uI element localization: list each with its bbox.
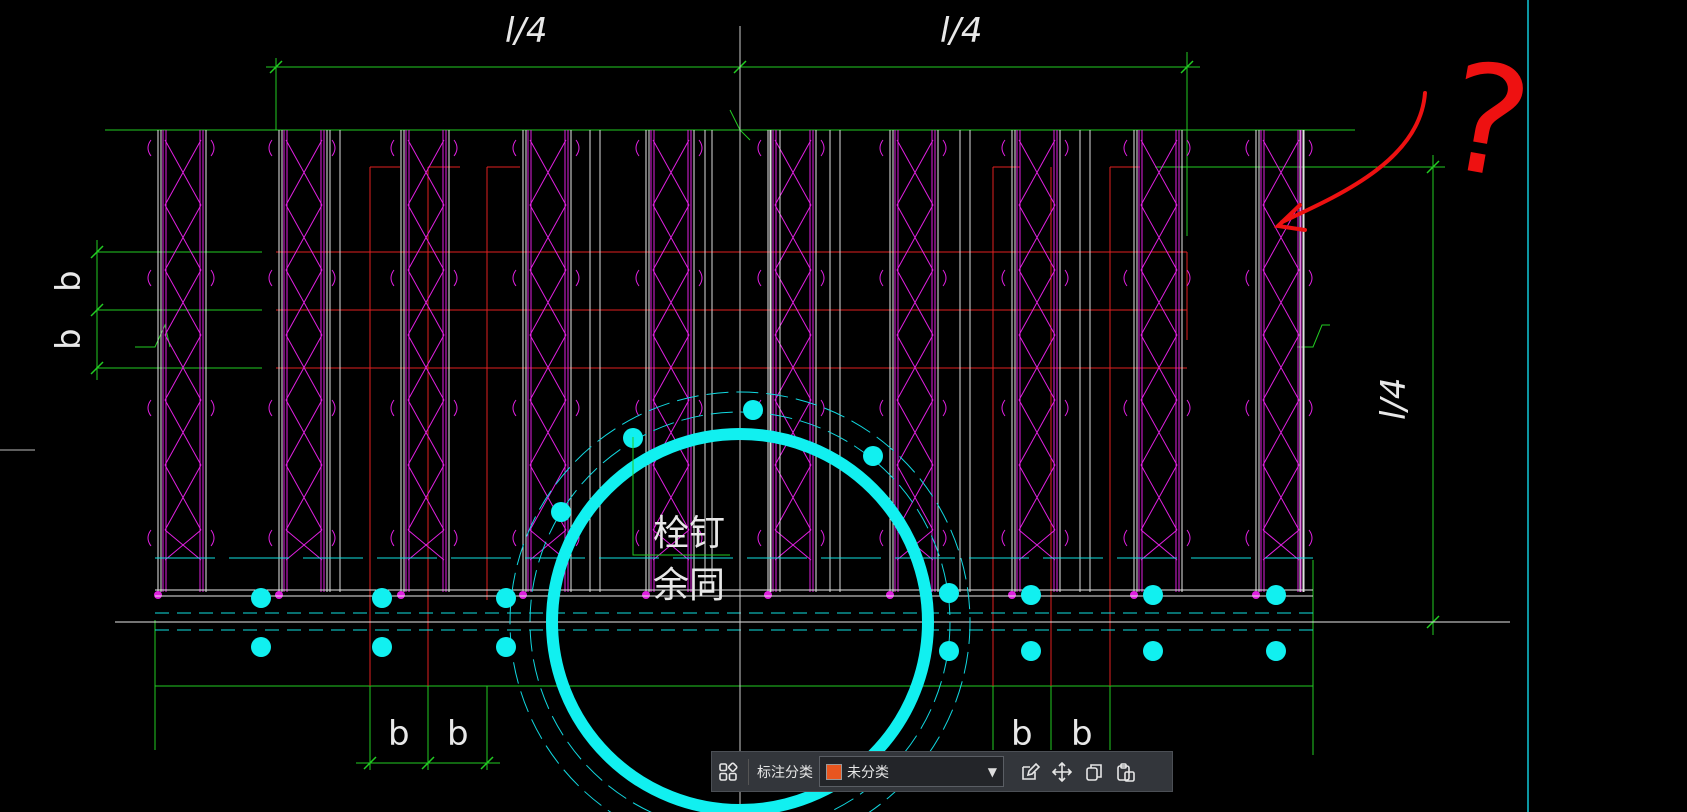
dim-label-top-right: l/4 (940, 11, 983, 51)
truss-end-dot (1008, 591, 1016, 599)
chevron-down-icon: ▼ (987, 765, 997, 779)
dim-label-bottom-right-1: b (1011, 714, 1033, 754)
shear-stud (939, 583, 959, 603)
truss-end-dot (764, 591, 772, 599)
edit-icon[interactable] (1014, 756, 1046, 788)
shear-stud (496, 588, 516, 608)
dim-label-bottom-right-2: b (1071, 714, 1093, 754)
cad-canvas[interactable]: l/4 l/4 l/4 b b b b b b 栓钉 余同 ? (0, 0, 1687, 812)
shear-stud (1143, 585, 1163, 605)
shear-stud (551, 502, 571, 522)
shear-stud (251, 588, 271, 608)
shear-stud (1143, 641, 1163, 661)
shear-stud (1266, 641, 1286, 661)
category-color-swatch (826, 763, 842, 780)
truss-end-dot (886, 591, 894, 599)
truss-end-dot (642, 591, 650, 599)
category-select[interactable]: 未分类 ▼ (819, 756, 1004, 787)
paste-icon[interactable] (1110, 756, 1142, 788)
shear-stud (939, 641, 959, 661)
dim-label-bottom-left-2: b (447, 714, 469, 754)
category-value: 未分类 (847, 764, 889, 781)
category-label: 标注分类 (757, 764, 813, 781)
shear-stud (1021, 641, 1041, 661)
move-icon[interactable] (1046, 756, 1078, 788)
truss-end-dot (154, 591, 162, 599)
layout-grid-icon[interactable] (712, 756, 744, 788)
shear-stud (1266, 585, 1286, 605)
dim-label-bottom-left-1: b (388, 714, 410, 754)
truss-end-dot (275, 591, 283, 599)
shear-stud (251, 637, 271, 657)
truss-end-dot (1252, 591, 1260, 599)
shear-stud (496, 637, 516, 657)
dim-label-left-lower: b (49, 328, 89, 350)
shear-stud (372, 637, 392, 657)
toolbar-separator (748, 758, 749, 785)
dim-label-top-left: l/4 (505, 11, 548, 51)
dim-label-left-upper: b (49, 270, 89, 292)
truss-end-dot (519, 591, 527, 599)
dim-label-right: l/4 (1374, 377, 1414, 420)
shear-stud (863, 446, 883, 466)
shear-stud (743, 400, 763, 420)
copy-icon[interactable] (1078, 756, 1110, 788)
note-stud-text: 栓钉 (653, 513, 725, 554)
truss-end-dot (1130, 591, 1138, 599)
shear-stud (1021, 585, 1041, 605)
note-same-text: 余同 (653, 565, 725, 606)
truss-end-dot (397, 591, 405, 599)
shear-stud (372, 588, 392, 608)
annotation-toolbar: 标注分类 未分类 ▼ (711, 751, 1173, 792)
